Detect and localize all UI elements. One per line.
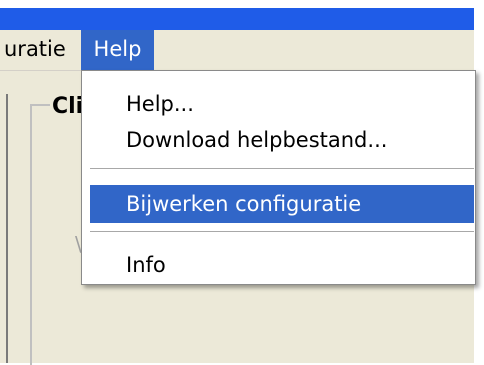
menu-help[interactable]: Help xyxy=(81,30,154,70)
menu-separator xyxy=(90,231,474,233)
help-dropdown-menu: Help... Download helpbestand... Bijwerke… xyxy=(81,70,476,285)
window-left-border xyxy=(6,94,8,363)
menu-configuratie[interactable]: uratie xyxy=(0,30,66,70)
window-titlebar xyxy=(0,8,474,30)
menu-item-help[interactable]: Help... xyxy=(90,85,474,123)
menu-item-info[interactable]: Info xyxy=(90,246,474,284)
menu-item-bijwerken-configuratie[interactable]: Bijwerken configuratie xyxy=(90,185,474,223)
groupbox-title: Cli xyxy=(50,94,86,119)
menu-item-download-helpbestand[interactable]: Download helpbestand... xyxy=(90,121,474,159)
menu-separator xyxy=(90,168,474,170)
menu-bar: uratie Help xyxy=(0,30,474,71)
